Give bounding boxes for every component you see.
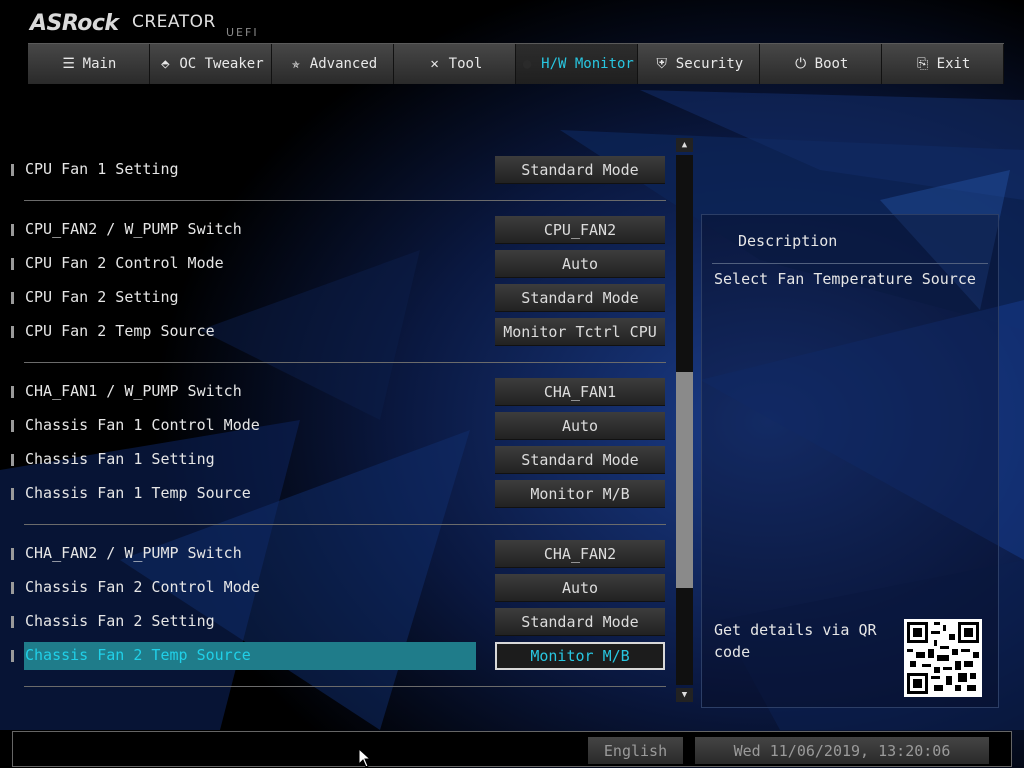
row-bullet [11,258,14,270]
tab-exit[interactable]: ⎘ Exit [882,44,1004,84]
group-divider [24,362,666,363]
setting-row[interactable]: CHA_FAN2 / W_PUMP Switch CHA_FAN2 [0,540,680,568]
row-bullet [11,224,14,236]
row-bullet [11,548,14,560]
setting-label: Chassis Fan 1 Control Mode [25,416,260,434]
tab-label: OC Tweaker [179,56,264,72]
description-title: Description [738,232,838,250]
power-icon: ⏻ [795,56,807,72]
row-bullet [11,616,14,628]
setting-value-button[interactable]: Standard Mode [495,156,665,184]
tab-tool[interactable]: ✕ Tool [394,44,516,84]
setting-row[interactable]: Chassis Fan 2 Control Mode Auto [0,574,680,602]
exit-icon: ⎘ [917,56,929,72]
setting-row[interactable]: CPU Fan 2 Setting Standard Mode [0,284,680,312]
row-bullet [11,454,14,466]
setting-value-button[interactable]: Monitor Tctrl CPU [495,318,665,346]
setting-row[interactable]: CPU_FAN2 / W_PUMP Switch CPU_FAN2 [0,216,680,244]
tab-label: Tool [448,56,483,72]
group-divider [24,524,666,525]
scrollbar-thumb[interactable] [676,372,693,588]
setting-label: Chassis Fan 2 Setting [25,612,215,630]
brand-edition: CREATOR [132,12,216,32]
setting-row[interactable]: Chassis Fan 1 Temp Source Monitor M/B [0,480,680,508]
tab-main[interactable]: ☰ Main [28,44,150,84]
tab-hw-monitor[interactable]: ● H/W Monitor [516,44,638,84]
setting-value-button[interactable]: Standard Mode [495,608,665,636]
description-panel: Description Select Fan Temperature Sourc… [701,214,999,708]
setting-row[interactable]: Chassis Fan 1 Control Mode Auto [0,412,680,440]
setting-label: CHA_FAN2 / W_PUMP Switch [25,544,242,562]
setting-row[interactable]: CHA_FAN1 / W_PUMP Switch CHA_FAN1 [0,378,680,406]
rocket-icon: ⬘ [161,56,170,72]
tab-label: Main [82,56,117,72]
language-button[interactable]: English [588,737,683,764]
setting-value-button[interactable]: Monitor M/B [495,480,665,508]
setting-label: CPU Fan 2 Setting [25,288,179,306]
setting-value-button[interactable]: Auto [495,574,665,602]
row-bullet [11,650,14,662]
tab-label: Exit [936,56,971,72]
star-icon: ✯ [291,56,300,72]
mouse-cursor-icon [358,748,370,768]
main-tab-bar: ☰ Main ⬘ OC Tweaker ✯ Advanced ✕ Tool ● H/W M… [28,43,1004,84]
description-text: Select Fan Temperature Source [714,270,976,288]
scroll-down-arrow-icon[interactable]: ▼ [676,688,693,702]
setting-value-button[interactable]: CHA_FAN2 [495,540,665,568]
setting-label: Chassis Fan 1 Temp Source [25,484,251,502]
scroll-up-arrow-icon[interactable]: ▲ [676,138,693,152]
setting-value-button[interactable]: Monitor M/B [495,642,665,670]
row-bullet [11,164,14,176]
setting-row[interactable]: CPU Fan 2 Control Mode Auto [0,250,680,278]
list-icon: ☰ [62,56,75,72]
shield-icon: ⛨ [656,56,668,72]
setting-value-button[interactable]: Standard Mode [495,284,665,312]
tab-label: Boot [814,56,849,72]
setting-value-button[interactable]: CHA_FAN1 [495,378,665,406]
setting-row-selected[interactable]: Chassis Fan 2 Temp Source Monitor M/B [0,642,680,670]
row-bullet [11,326,14,338]
setting-row[interactable]: Chassis Fan 2 Setting Standard Mode [0,608,680,636]
row-bullet [11,488,14,500]
setting-label: Chassis Fan 1 Setting [25,450,215,468]
setting-row[interactable]: Chassis Fan 1 Setting Standard Mode [0,446,680,474]
row-bullet [11,420,14,432]
setting-row[interactable]: CPU Fan 1 Setting Standard Mode [0,156,680,184]
description-divider [712,263,988,264]
tab-security[interactable]: ⛨ Security [638,44,760,84]
qr-caption: Get details via QR code [714,621,877,661]
group-divider [24,200,666,201]
setting-label: CPU Fan 1 Setting [25,160,179,178]
tab-advanced[interactable]: ✯ Advanced [272,44,394,84]
row-bullet [11,292,14,304]
row-bullet [11,386,14,398]
setting-value-button[interactable]: CPU_FAN2 [495,216,665,244]
tab-label: H/W Monitor [541,56,634,72]
setting-value-button[interactable]: Standard Mode [495,446,665,474]
setting-label: CPU_FAN2 / W_PUMP Switch [25,220,242,238]
setting-label: CPU Fan 2 Control Mode [25,254,224,272]
row-bullet [11,582,14,594]
monitor-icon: ● [522,56,532,72]
tab-label: Advanced [309,56,378,72]
tab-boot[interactable]: ⏻ Boot [760,44,882,84]
setting-label: Chassis Fan 2 Control Mode [25,578,260,596]
setting-value-button[interactable]: Auto [495,250,665,278]
setting-label: CPU Fan 2 Temp Source [25,322,215,340]
tab-oc-tweaker[interactable]: ⬘ OC Tweaker [150,44,272,84]
setting-row[interactable]: CPU Fan 2 Temp Source Monitor Tctrl CPU [0,318,680,346]
tools-icon: ✕ [430,56,439,72]
qr-code-icon [904,619,982,697]
datetime-display[interactable]: Wed 11/06/2019, 13:20:06 [695,737,989,764]
group-divider [24,686,666,687]
brand-uefi: UEFI [226,26,259,39]
tab-label: Security [675,56,744,72]
setting-value-button[interactable]: Auto [495,412,665,440]
setting-label: CHA_FAN1 / W_PUMP Switch [25,382,242,400]
brand-logo-text: ASRock [30,11,119,36]
setting-label: Chassis Fan 2 Temp Source [25,646,251,664]
